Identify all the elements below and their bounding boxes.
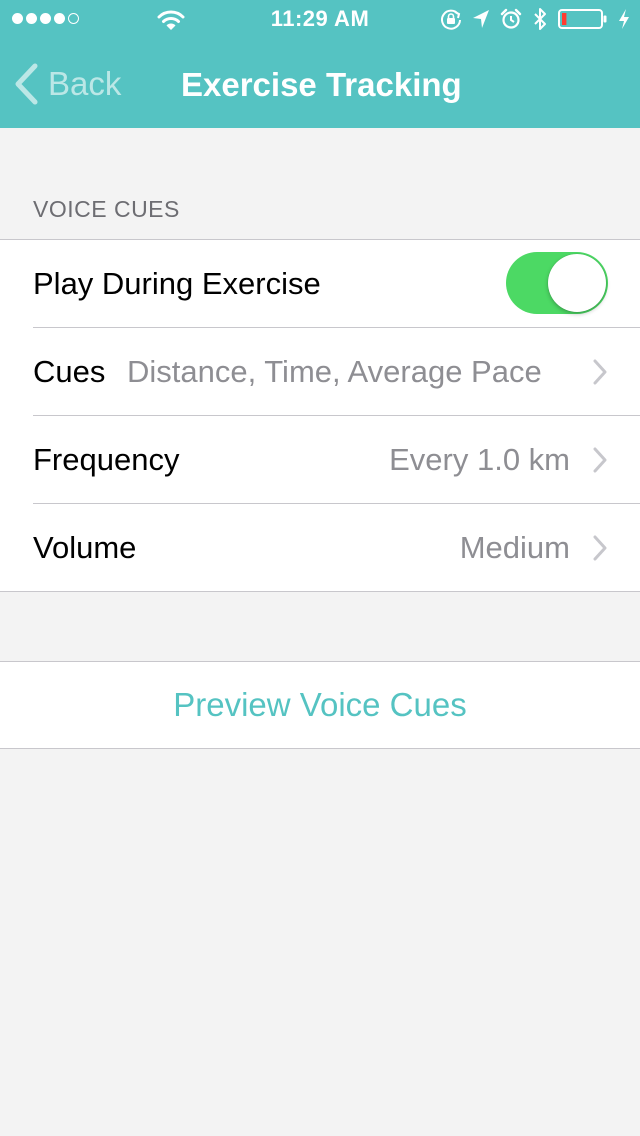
preview-voice-cues-button[interactable]: Preview Voice Cues [0, 662, 640, 748]
play-during-exercise-row: Play During Exercise [33, 240, 640, 327]
back-button[interactable]: Back [14, 62, 121, 106]
cues-row[interactable]: Cues Distance, Time, Average Pace [33, 327, 640, 415]
volume-row[interactable]: Volume Medium [33, 503, 640, 591]
row-label: Cues [33, 353, 106, 389]
rotation-lock-icon [441, 9, 461, 30]
chevron-right-icon [593, 447, 607, 473]
bluetooth-icon [534, 8, 546, 30]
row-value: Every 1.0 km [389, 442, 570, 477]
preview-group: Preview Voice Cues [0, 661, 640, 749]
nav-bar: Back Exercise Tracking [0, 40, 640, 128]
chevron-right-icon [593, 359, 607, 385]
battery-icon [558, 9, 607, 29]
alarm-icon [500, 8, 522, 29]
status-icons [440, 7, 630, 31]
header: 11:29 AM Back Exercise Tracking [0, 0, 640, 128]
play-during-exercise-toggle[interactable] [506, 252, 608, 314]
row-value: Medium [459, 530, 570, 565]
row-label: Play During Exercise [33, 265, 321, 301]
page-title: Exercise Tracking [181, 66, 462, 103]
charging-bolt-icon [619, 9, 629, 29]
voice-cues-group: Play During Exercise Cues Distance, Time… [0, 239, 640, 592]
row-label: Volume [33, 529, 137, 565]
section-header-voice-cues: VOICE CUES [33, 196, 180, 222]
location-arrow-icon [473, 10, 489, 28]
row-value: Distance, Time, Average Pace [127, 354, 542, 389]
toggle-knob [548, 254, 606, 312]
frequency-row[interactable]: Frequency Every 1.0 km [33, 415, 640, 503]
row-label: Frequency [33, 441, 180, 477]
chevron-left-icon [15, 63, 38, 105]
chevron-right-icon [593, 535, 607, 561]
status-bar: 11:29 AM [0, 0, 640, 40]
back-label: Back [48, 65, 122, 102]
